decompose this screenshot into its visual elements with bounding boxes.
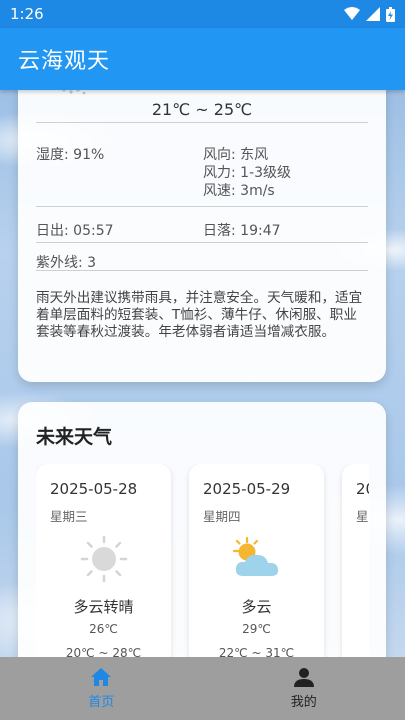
future-title: 未来天气: [36, 426, 113, 448]
forecast-date: 2025-05-29: [203, 480, 291, 498]
forecast-weekday: 星期四: [203, 509, 241, 524]
status-bar: 1:26: [0, 0, 405, 28]
clothing-advice: 雨天外出建议携带雨具，并注意安全。天气暖和，适宜着单层面料的短套装、T恤衫、薄牛…: [36, 290, 363, 340]
divider: [36, 206, 368, 207]
wind-speed-text: 风速: 3m/s: [203, 183, 275, 199]
sunrise-text: 日出: 05:57: [36, 223, 114, 239]
app-title: 云海观天: [18, 49, 111, 74]
forecast-weekday: 星期三: [50, 509, 88, 524]
forecast-temp: 29℃: [242, 622, 271, 636]
forecast-temp: 26℃: [89, 622, 118, 636]
signal-icon: [366, 7, 380, 21]
today-detail-card: 21℃ ~ 25℃ 湿度: 91% 风向: 东风 风力: 1-3级级 风速: 3…: [18, 70, 386, 382]
forecast-date: 2025-05-28: [50, 480, 138, 498]
sunset-text: 日落: 19:47: [203, 223, 281, 239]
forecast-condition: 多云转晴: [73, 598, 134, 616]
forecast-weekday: 星: [356, 509, 369, 524]
bottom-navigation: 首页 我的: [0, 657, 405, 720]
wifi-icon: [344, 7, 360, 20]
sun-icon: [80, 535, 128, 583]
battery-icon: [386, 6, 395, 22]
wind-level-text: 风力: 1-3级级: [203, 165, 292, 181]
status-time: 1:26: [10, 5, 44, 23]
app-bar: 云海观天: [0, 28, 405, 90]
humidity-text: 湿度: 91%: [36, 147, 105, 163]
temp-range: 21℃ ~ 25℃: [151, 100, 253, 119]
nav-home[interactable]: 首页: [0, 657, 203, 720]
divider: [36, 122, 368, 123]
forecast-condition: 多云: [241, 598, 272, 616]
nav-mine-label: 我的: [290, 695, 317, 710]
divider: [36, 242, 368, 243]
nav-home-label: 首页: [88, 695, 115, 710]
person-icon: [293, 668, 314, 687]
forecast-date: 20: [356, 480, 369, 498]
divider: [36, 270, 368, 271]
uv-text: 紫外线: 3: [36, 255, 97, 271]
partly-cloudy-icon: [232, 536, 279, 576]
home-icon: [91, 668, 112, 686]
nav-mine[interactable]: 我的: [203, 657, 405, 720]
wind-direction-text: 风向: 东风: [203, 147, 269, 163]
